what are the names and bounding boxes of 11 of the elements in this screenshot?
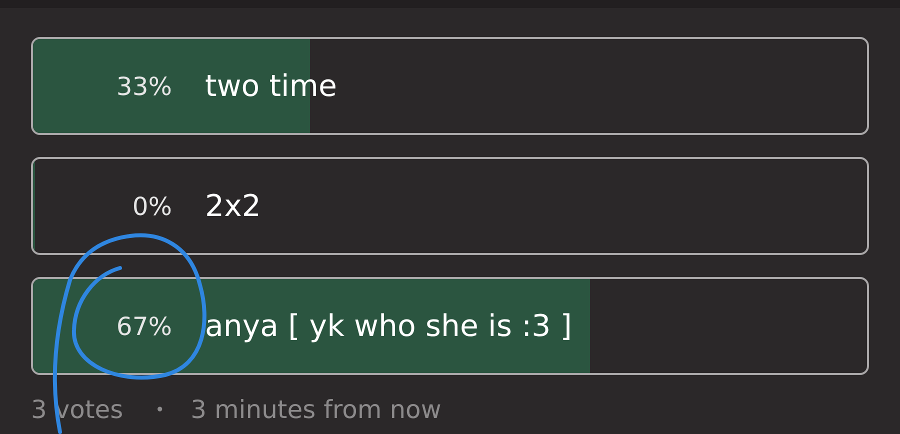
poll-option[interactable]: 67% anya [ yk who she is :3 ] <box>31 277 869 375</box>
separator-dot: • <box>155 399 165 421</box>
poll-option[interactable]: 33% two time <box>31 37 869 135</box>
percentage: 0% <box>131 192 172 220</box>
option-label: 2x2 <box>205 188 261 224</box>
option-label: anya [ yk who she is :3 ] <box>205 308 572 344</box>
poll-time: 3 minutes from now <box>190 395 442 425</box>
poll-option[interactable]: 0% 2x2 <box>31 157 869 255</box>
option-label: two time <box>205 68 337 104</box>
percentage: 33% <box>115 72 172 100</box>
percentage: 67% <box>115 312 172 340</box>
